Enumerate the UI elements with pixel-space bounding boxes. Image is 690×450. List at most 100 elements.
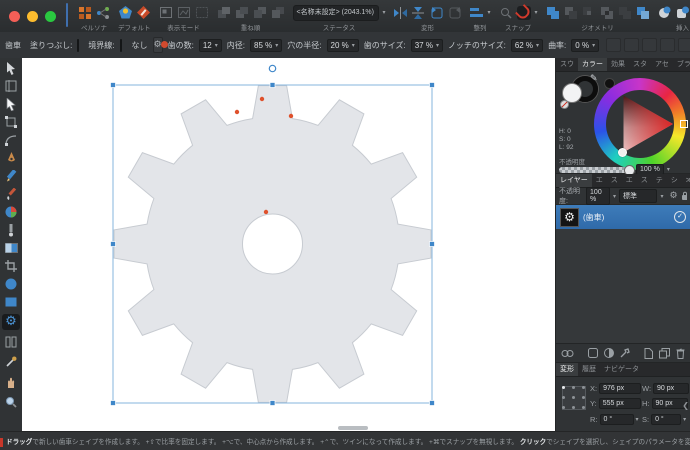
- shape-action-4-button[interactable]: [660, 38, 676, 52]
- add-layer-icon[interactable]: [644, 347, 653, 359]
- boolean-xor-icon[interactable]: [600, 6, 614, 20]
- selection-handle[interactable]: [429, 82, 435, 88]
- rotation-handle[interactable]: [268, 64, 277, 73]
- curvature-input[interactable]: 0 % ▾: [571, 38, 600, 52]
- blend-mode-dropdown[interactable]: 標準: [618, 189, 658, 203]
- boolean-add-icon[interactable]: [546, 6, 560, 20]
- tab-effects[interactable]: 効果: [607, 58, 629, 71]
- hue-selector-marker[interactable]: [680, 120, 688, 128]
- flip-vertical-icon[interactable]: [412, 6, 426, 20]
- shape-action-1-button[interactable]: [606, 38, 622, 52]
- y-input[interactable]: 555 px: [598, 398, 641, 409]
- pixel-persona-icon[interactable]: [96, 6, 110, 20]
- tab-navigator[interactable]: ナビゲータ: [600, 363, 643, 376]
- w-input[interactable]: 90 px: [653, 383, 690, 394]
- layer-opacity-input[interactable]: 100 %: [586, 187, 610, 205]
- insert-top-icon[interactable]: [676, 6, 690, 20]
- corner-tool[interactable]: [2, 132, 20, 148]
- tab-l2[interactable]: ス: [607, 174, 622, 187]
- tab-l5[interactable]: テ: [652, 174, 667, 187]
- tab-styles[interactable]: スタ: [629, 58, 651, 71]
- revert-defaults-icon[interactable]: [136, 6, 150, 20]
- rotation-stepper-icon[interactable]: ▾: [636, 416, 639, 423]
- lock-icon[interactable]: [681, 191, 687, 201]
- layer-row-gear[interactable]: ⚙ (歯車) ✓: [556, 205, 690, 229]
- fill-stroke-swatches[interactable]: [560, 76, 598, 109]
- cog-tool[interactable]: ⚙: [2, 314, 20, 330]
- layer-thumbnail[interactable]: ⚙: [560, 207, 579, 227]
- retina-view-icon[interactable]: [195, 6, 209, 20]
- delete-layer-icon[interactable]: [676, 347, 685, 359]
- tab-l4[interactable]: ス: [637, 174, 652, 187]
- vector-brush-tool[interactable]: [2, 186, 20, 202]
- fill-color-tool[interactable]: [2, 204, 20, 220]
- zoom-window-button[interactable]: [45, 10, 56, 22]
- status-dropdown-arrow-icon[interactable]: ▾: [383, 9, 386, 16]
- gear-shape[interactable]: [113, 85, 432, 403]
- color-selector-marker[interactable]: [618, 148, 627, 157]
- flip-horizontal-icon[interactable]: [394, 6, 408, 20]
- tab-history[interactable]: 履歴: [578, 363, 600, 376]
- synchronize-defaults-icon[interactable]: [118, 6, 132, 20]
- tab-transform[interactable]: 変形: [556, 363, 578, 376]
- selection-handle[interactable]: [110, 400, 116, 406]
- shape-action-3-button[interactable]: [642, 38, 658, 52]
- minimize-window-button[interactable]: [27, 10, 38, 22]
- tab-assets[interactable]: アセ: [651, 58, 673, 71]
- rotation-input[interactable]: 0 °: [599, 414, 634, 425]
- opacity-stepper-icon[interactable]: ▾: [667, 166, 670, 173]
- align-dropdown-arrow-icon[interactable]: ▾: [488, 9, 491, 16]
- point-transform-tool[interactable]: [2, 114, 20, 130]
- link-layer-icon[interactable]: [561, 349, 574, 358]
- panel-collapse-chevron-icon[interactable]: ❮: [682, 401, 689, 410]
- tab-brushes[interactable]: ブラ: [673, 58, 690, 71]
- tab-l6[interactable]: シ: [667, 174, 682, 187]
- document-canvas[interactable]: [22, 58, 556, 432]
- blend-mode-arrow-icon[interactable]: ▾: [660, 193, 663, 200]
- designer-persona-icon[interactable]: [78, 6, 92, 20]
- pen-tool[interactable]: [2, 150, 20, 166]
- alignment-icon[interactable]: [470, 6, 484, 20]
- pixel-view-icon[interactable]: [177, 6, 191, 20]
- selection-handle[interactable]: [269, 400, 276, 406]
- node-tool[interactable]: [2, 96, 20, 112]
- snap-dropdown-arrow-icon[interactable]: ▾: [535, 9, 538, 16]
- tab-swatches[interactable]: スウ: [556, 58, 578, 71]
- text-frame-tool[interactable]: [2, 334, 20, 350]
- blend-options-gear-icon[interactable]: ⚙: [670, 191, 678, 201]
- horizontal-scrollbar-thumb[interactable]: [338, 426, 368, 430]
- mask-layer-icon[interactable]: [588, 348, 598, 358]
- inner-radius-input[interactable]: 85 % ▾: [250, 38, 283, 52]
- crop-tool[interactable]: [2, 258, 20, 274]
- layer-opacity-arrow-icon[interactable]: ▾: [613, 193, 616, 200]
- fill-swatch[interactable]: [77, 38, 80, 52]
- layers-list-empty-area[interactable]: [556, 229, 690, 344]
- hole-radius-input[interactable]: 20 % ▾: [326, 38, 359, 52]
- no-color-swatch[interactable]: [560, 100, 569, 109]
- teeth-input[interactable]: 12 ▾: [198, 38, 222, 52]
- pencil-tool[interactable]: [2, 168, 20, 184]
- color-picker-tool[interactable]: [2, 354, 20, 370]
- boolean-intersect-icon[interactable]: [582, 6, 596, 20]
- view-hand-tool[interactable]: [2, 374, 20, 390]
- shear-stepper-icon[interactable]: ▾: [683, 416, 686, 423]
- rotate-ccw-icon[interactable]: [430, 6, 444, 20]
- move-tool[interactable]: [2, 60, 20, 76]
- ellipse-tool[interactable]: [2, 276, 20, 292]
- group-layers-icon[interactable]: [659, 347, 670, 359]
- tab-l3[interactable]: エ: [622, 174, 637, 187]
- adjustment-layer-icon[interactable]: [604, 348, 614, 358]
- move-to-back-icon[interactable]: [271, 6, 285, 20]
- move-backward-icon[interactable]: [253, 6, 267, 20]
- selection-handle[interactable]: [269, 82, 276, 88]
- selection-handle[interactable]: [429, 241, 435, 247]
- artboard-tool[interactable]: [2, 78, 20, 94]
- layers-tabs-overflow-icon[interactable]: ≫: [682, 174, 690, 187]
- move-forward-icon[interactable]: [235, 6, 249, 20]
- close-window-button[interactable]: [9, 10, 20, 22]
- tab-l1[interactable]: エ: [592, 174, 607, 187]
- zoom-tool[interactable]: [2, 394, 20, 410]
- document-status-dropdown[interactable]: <名称未設定> (2043.1%): [292, 4, 379, 21]
- shape-action-5-button[interactable]: [678, 38, 690, 52]
- selection-handle[interactable]: [110, 82, 116, 88]
